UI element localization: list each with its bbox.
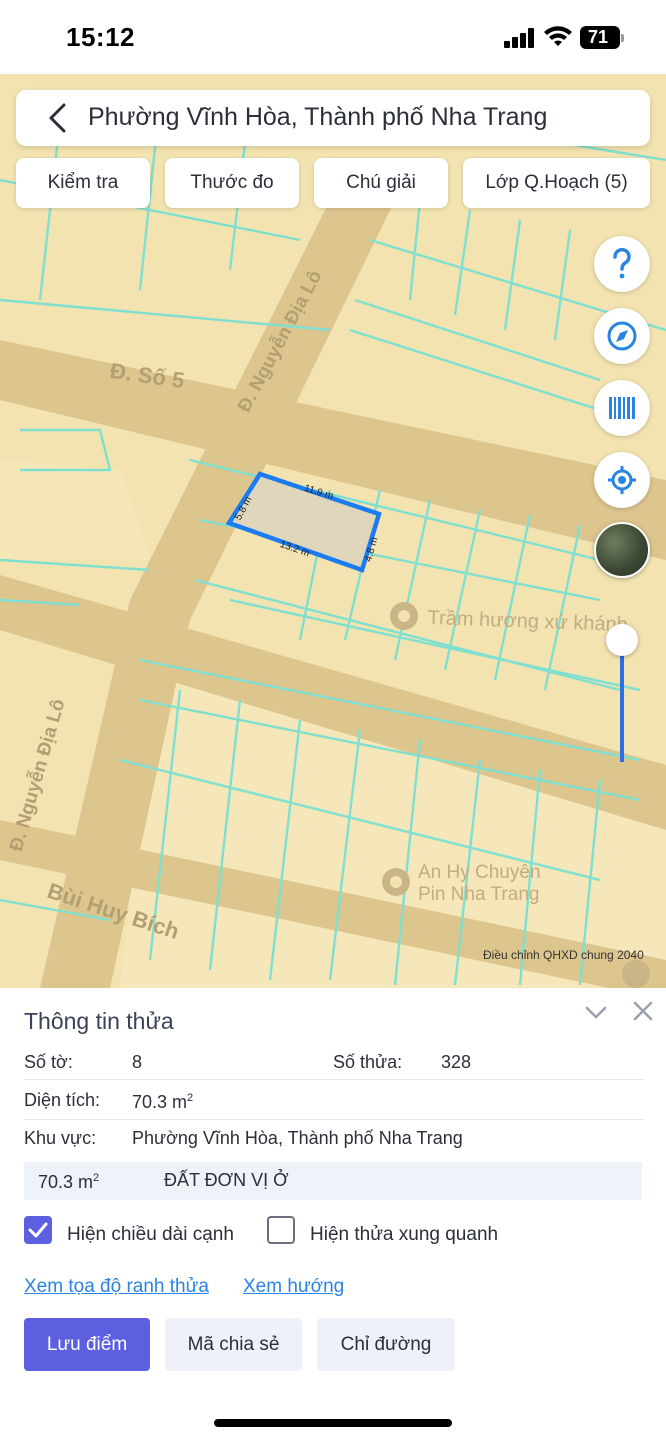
- close-icon[interactable]: [632, 1000, 654, 1022]
- map-credit: Điều chỉnh QHXD chung 2040: [483, 948, 644, 962]
- divider: [24, 1119, 644, 1120]
- zoning-name: ĐẤT ĐƠN VỊ Ở: [164, 1170, 289, 1190]
- panel-title: Thông tin thửa: [24, 1008, 174, 1034]
- view-direction-link[interactable]: Xem hướng: [243, 1276, 344, 1298]
- save-point-button[interactable]: Lưu điểm: [24, 1318, 150, 1371]
- chip-chu-giai[interactable]: Chú giải: [314, 158, 448, 208]
- satellite-layer-button[interactable]: [594, 522, 650, 578]
- zoning-area: 70.3 m2: [38, 1172, 100, 1192]
- divider: [24, 1079, 644, 1080]
- region-value: Phường Vĩnh Hòa, Thành phố Nha Trang: [132, 1128, 463, 1148]
- chip-kiem-tra[interactable]: Kiểm tra: [16, 158, 150, 208]
- share-code-button[interactable]: Mã chia sẻ: [165, 1318, 302, 1371]
- chip-lop-quy-hoach[interactable]: Lớp Q.Hoạch (5): [463, 158, 650, 208]
- status-bar: 15:12 71: [0, 0, 666, 74]
- chevron-down-icon[interactable]: [584, 1002, 608, 1022]
- map-pin-icon: [622, 960, 650, 988]
- show-neighbors-label[interactable]: Hiện thửa xung quanh: [310, 1224, 498, 1246]
- compass-icon: [607, 321, 637, 351]
- show-edge-length-checkbox[interactable]: [24, 1216, 52, 1244]
- zoning-row: 70.3 m2 ĐẤT ĐƠN VỊ Ở: [24, 1162, 642, 1200]
- place-label-an-hy: An Hy Chuyên: [418, 862, 541, 883]
- locate-button[interactable]: [594, 452, 650, 508]
- map-canvas: [0, 99, 666, 988]
- location-title: Phường Vĩnh Hòa, Thành phố Nha Trang: [88, 103, 548, 131]
- cellular-signal-icon: [504, 28, 536, 48]
- show-neighbors-checkbox[interactable]: [267, 1216, 295, 1244]
- region-label: Khu vực:: [24, 1128, 97, 1148]
- help-icon: [613, 247, 631, 279]
- sheet-number-label: Số tờ:: [24, 1052, 73, 1072]
- place-label-pin: Pin Nha Trang: [418, 884, 540, 905]
- opacity-slider-track[interactable]: [620, 640, 624, 762]
- location-header[interactable]: Phường Vĩnh Hòa, Thành phố Nha Trang: [16, 90, 650, 146]
- status-time: 15:12: [66, 22, 135, 52]
- chevron-left-icon[interactable]: [44, 102, 74, 134]
- map-view[interactable]: Đ. Số 5 Đ. Nguyễn Địa Lô Đ. Nguyễn Địa L…: [0, 74, 666, 988]
- show-edge-length-label[interactable]: Hiện chiều dài cạnh: [67, 1224, 234, 1246]
- parcel-number-value: 328: [441, 1052, 472, 1072]
- battery-level: 71: [587, 27, 609, 47]
- view-coordinates-link[interactable]: Xem tọa độ ranh thửa: [24, 1276, 209, 1298]
- wifi-icon: [544, 26, 572, 46]
- barcode-icon: [609, 397, 635, 419]
- barcode-button[interactable]: [594, 380, 650, 436]
- directions-button[interactable]: Chỉ đường: [317, 1318, 455, 1371]
- parcel-number-label: Số thửa:: [333, 1052, 403, 1072]
- compass-button[interactable]: [594, 308, 650, 364]
- home-indicator[interactable]: [214, 1419, 452, 1427]
- opacity-slider-thumb[interactable]: [606, 624, 638, 656]
- locate-icon: [608, 466, 636, 494]
- parcel-info-panel: Thông tin thửa Số tờ: 8 Số thửa: 328 Diệ…: [0, 988, 666, 1440]
- checkmark-icon: [28, 1222, 48, 1238]
- area-label: Diện tích:: [24, 1090, 101, 1110]
- help-button[interactable]: [594, 236, 650, 292]
- battery-icon: 71: [580, 26, 624, 49]
- sheet-number-value: 8: [132, 1052, 143, 1072]
- area-value: 70.3 m2: [132, 1092, 194, 1112]
- chip-thuoc-do[interactable]: Thước đo: [165, 158, 299, 208]
